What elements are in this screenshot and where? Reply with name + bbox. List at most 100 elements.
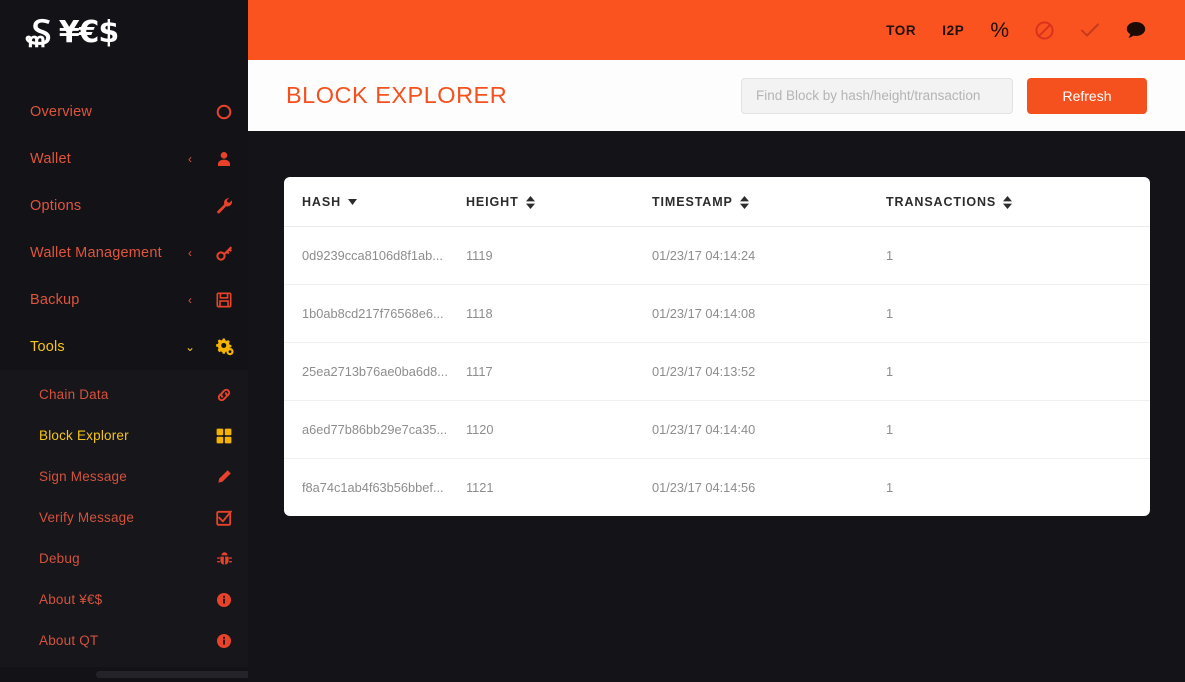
bug-icon (200, 551, 248, 567)
info-circle-icon (200, 633, 248, 648)
chevron-left-icon: ‹ (188, 292, 192, 307)
sidebar-item-wallet-management[interactable]: Wallet Management ‹ (0, 229, 248, 276)
sidebar-item-sign-message[interactable]: Sign Message (0, 456, 248, 497)
i2p-label: I2P (942, 22, 965, 38)
sidebar-item-tools[interactable]: Tools ⌄ (0, 323, 248, 370)
sidebar-item-label: Tools (30, 338, 65, 355)
sort-both-icon[interactable] (739, 195, 749, 209)
circle-icon (200, 104, 248, 120)
cell-timestamp: 01/23/17 04:14:24 (652, 226, 886, 285)
topbar-no-entry-button[interactable] (1022, 0, 1067, 60)
sidebar-item-about-app[interactable]: About ¥€$ (0, 579, 248, 620)
sort-both-icon[interactable] (525, 195, 535, 209)
refresh-button[interactable]: Refresh (1027, 77, 1147, 114)
sidebar-submenu-tools: Chain Data Block Explorer Sign Message V… (0, 370, 248, 667)
content-area: HASH HEIGHT TIMESTAMP TRANSACTIONS 0d923… (248, 131, 1185, 682)
topbar-percent-button[interactable]: % (977, 0, 1022, 60)
sidebar-item-block-explorer[interactable]: Block Explorer (0, 415, 248, 456)
column-header-transactions[interactable]: TRANSACTIONS (886, 177, 1150, 227)
table-row[interactable]: 1b0ab8cd217f76568e6... 1118 01/23/17 04:… (284, 284, 1150, 343)
search-input[interactable] (741, 77, 1013, 114)
block-table: HASH HEIGHT TIMESTAMP TRANSACTIONS 0d923… (284, 177, 1150, 516)
floppy-disk-icon (200, 291, 248, 308)
column-label: TIMESTAMP (652, 195, 733, 209)
brand-logo[interactable]: ₷ ¥€$ (0, 0, 248, 66)
table-row[interactable]: f8a74c1ab4f63b56bbef... 1121 01/23/17 04… (284, 459, 1150, 517)
main-pane: TOR I2P % BLOCK EXPLORER Find Block by h… (248, 0, 1185, 682)
table-header: HASH HEIGHT TIMESTAMP TRANSACTIONS (284, 177, 1150, 227)
sidebar-nav: Overview Wallet ‹ Options Wallet Managem… (0, 88, 248, 667)
wrench-icon (200, 197, 248, 214)
sidebar-item-wallet[interactable]: Wallet ‹ (0, 135, 248, 182)
chevron-left-icon: ‹ (188, 151, 192, 166)
chat-bubble-icon (1126, 21, 1146, 39)
table-body: 0d9239cca8106d8f1ab... 1119 01/23/17 04:… (284, 226, 1150, 517)
column-label: HEIGHT (466, 195, 519, 209)
gears-icon (200, 338, 248, 356)
chevron-left-icon: ‹ (188, 245, 192, 260)
cell-transactions: 1 (886, 400, 1150, 459)
sort-desc-icon[interactable] (348, 199, 358, 205)
cell-hash: 0d9239cca8106d8f1ab... (284, 226, 466, 285)
top-status-bar: TOR I2P % (248, 0, 1185, 60)
page-title: BLOCK EXPLORER (286, 82, 508, 108)
cell-timestamp: 01/23/17 04:14:40 (652, 400, 886, 459)
cell-height: 1117 (466, 342, 652, 401)
page-header: BLOCK EXPLORER Refresh (248, 60, 1185, 131)
column-header-timestamp[interactable]: TIMESTAMP (652, 177, 886, 227)
sidebar-item-verify-message[interactable]: Verify Message (0, 497, 248, 538)
cell-hash: 1b0ab8cd217f76568e6... (284, 284, 466, 343)
sidebar-item-label: Debug (39, 551, 80, 566)
cell-transactions: 1 (886, 284, 1150, 343)
topbar-check-button[interactable] (1067, 0, 1113, 60)
cell-transactions: 1 (886, 226, 1150, 285)
table-row[interactable]: 0d9239cca8106d8f1ab... 1119 01/23/17 04:… (284, 226, 1150, 285)
tor-label: TOR (886, 22, 917, 38)
brand-mark-icon: ₷ (25, 13, 51, 53)
sidebar-item-label: Chain Data (39, 387, 109, 402)
chain-link-icon (200, 387, 248, 403)
table-row[interactable]: 25ea2713b76ae0ba6d8... 1117 01/23/17 04:… (284, 342, 1150, 401)
topbar-tor-toggle[interactable]: TOR (873, 0, 929, 60)
brand-title: ¥€$ (58, 15, 120, 50)
table-row[interactable]: a6ed77b86bb29e7ca35... 1120 01/23/17 04:… (284, 400, 1150, 459)
info-circle-icon (200, 592, 248, 607)
topbar-chat-button[interactable] (1113, 0, 1159, 60)
sidebar-horizontal-scrollbar[interactable] (96, 671, 248, 678)
column-label: TRANSACTIONS (886, 195, 997, 209)
app-window: ₷ ¥€$ Overview Wallet ‹ Options Wallet M… (0, 0, 1185, 682)
cell-hash: f8a74c1ab4f63b56bbef... (302, 480, 444, 495)
sidebar-item-label: About QT (39, 633, 99, 648)
chevron-down-icon: ⌄ (184, 339, 196, 354)
sidebar-item-options[interactable]: Options (0, 182, 248, 229)
cell-timestamp: 01/23/17 04:14:08 (652, 284, 886, 343)
column-header-height[interactable]: HEIGHT (466, 177, 652, 227)
sidebar-item-chain-data[interactable]: Chain Data (0, 374, 248, 415)
column-label: HASH (302, 195, 342, 209)
cell-transactions: 1 (886, 342, 1150, 401)
user-icon (200, 151, 248, 167)
sidebar-item-label: Wallet (30, 150, 71, 167)
sidebar-item-debug[interactable]: Debug (0, 538, 248, 579)
table-header-row: HASH HEIGHT TIMESTAMP TRANSACTIONS (284, 177, 1150, 227)
sidebar-item-label: Wallet Management (30, 244, 162, 261)
sidebar-item-label: Block Explorer (39, 428, 129, 443)
pencil-icon (200, 469, 248, 485)
sort-both-icon[interactable] (1003, 195, 1013, 209)
sidebar-item-label: Verify Message (39, 510, 135, 525)
sidebar-item-label: Sign Message (39, 469, 127, 484)
cell-hash: a6ed77b86bb29e7ca35... (284, 400, 466, 459)
checkmark-icon (1080, 22, 1100, 38)
sidebar-item-backup[interactable]: Backup ‹ (0, 276, 248, 323)
column-header-hash[interactable]: HASH (284, 177, 466, 227)
block-table-card: HASH HEIGHT TIMESTAMP TRANSACTIONS 0d923… (284, 177, 1150, 516)
cell-timestamp: 01/23/17 04:14:56 (652, 480, 756, 495)
sidebar-item-about-qt[interactable]: About QT (0, 620, 248, 661)
cell-timestamp: 01/23/17 04:13:52 (652, 342, 886, 401)
percent-icon: % (990, 18, 1009, 42)
sidebar: ₷ ¥€$ Overview Wallet ‹ Options Wallet M… (0, 0, 248, 682)
sidebar-item-overview[interactable]: Overview (0, 88, 248, 135)
sidebar-item-label: Backup (30, 291, 80, 308)
cell-hash: 25ea2713b76ae0ba6d8... (284, 342, 466, 401)
topbar-i2p-toggle[interactable]: I2P (929, 0, 977, 60)
